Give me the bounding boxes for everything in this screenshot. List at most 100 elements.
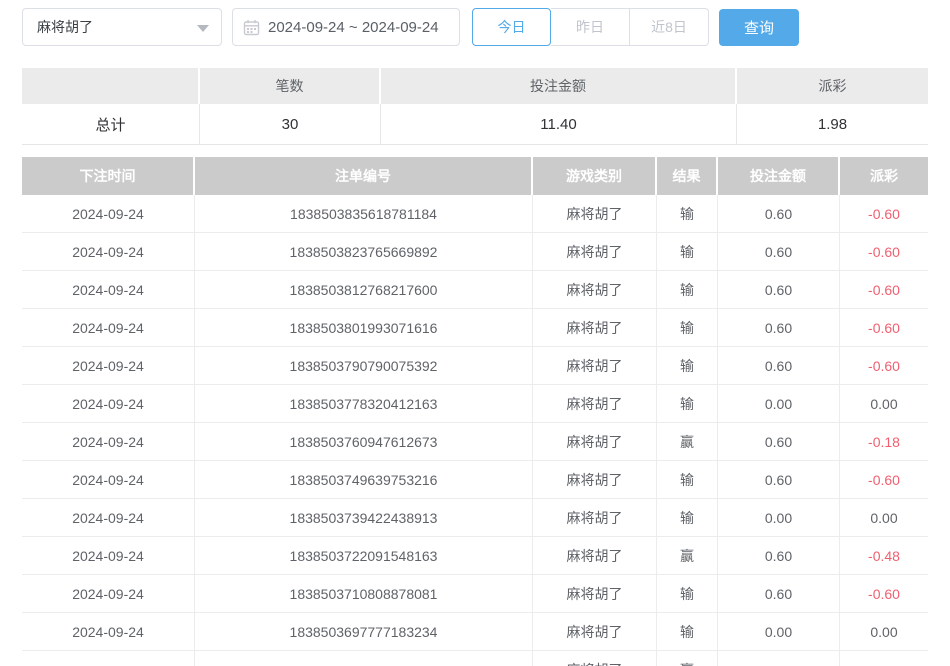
- table-row: 2024-09-24 1838503801993071616 麻将胡了 输 0.…: [22, 309, 928, 347]
- game-select[interactable]: 麻将胡了: [22, 8, 222, 46]
- cell-payout: -0.60: [840, 461, 928, 499]
- table-row: 2024-09-24 1838503697777183234 麻将胡了 输 0.…: [22, 613, 928, 651]
- cell-payout: [840, 651, 928, 666]
- cell-result: 输: [657, 385, 718, 423]
- cell-order-no: 1838503739422438913: [195, 499, 533, 537]
- cell-result: 输: [657, 309, 718, 347]
- col-header-order-no: 注单编号: [195, 157, 533, 195]
- cell-result: 输: [657, 499, 718, 537]
- summary-header-row: 笔数 投注金额 派彩: [22, 68, 928, 104]
- cell-bet-time: 2024-09-24: [22, 499, 195, 537]
- cell-game-category: 麻将胡了: [533, 347, 657, 385]
- cell-order-no: 1838503823765669892: [195, 233, 533, 271]
- cell-payout: -0.60: [840, 347, 928, 385]
- cell-order-no: 1838503722091548163: [195, 537, 533, 575]
- cell-game-category: 麻将胡了: [533, 537, 657, 575]
- quick-range-last8days[interactable]: 近8日: [630, 8, 709, 46]
- cell-payout: -0.60: [840, 309, 928, 347]
- cell-bet-amount: 0.60: [718, 575, 840, 613]
- cell-order-no: 1838503749639753216: [195, 461, 533, 499]
- cell-bet-time: 2024-09-24: [22, 195, 195, 233]
- cell-order-no: 1838503710808878081: [195, 575, 533, 613]
- table-row: 2024-09-24 1838503760947612673 麻将胡了 赢 0.…: [22, 423, 928, 461]
- summary-total-payout: 1.98: [737, 104, 928, 145]
- query-button[interactable]: 查询: [719, 9, 799, 46]
- cell-order-no: 1838503835618781184: [195, 195, 533, 233]
- cell-game-category: 麻将胡了: [533, 385, 657, 423]
- table-row: 2024-09-24 1838503812768217600 麻将胡了 输 0.…: [22, 271, 928, 309]
- cell-bet-amount: 0.00: [718, 385, 840, 423]
- cell-game-category: 麻将胡了: [533, 499, 657, 537]
- table-row: 2024-09-24 1838503778320412163 麻将胡了 输 0.…: [22, 385, 928, 423]
- cell-bet-amount: 0.00: [718, 613, 840, 651]
- summary-total-row: 总计 30 11.40 1.98: [22, 104, 928, 145]
- cell-result: 赢: [657, 423, 718, 461]
- summary-total-count: 30: [200, 104, 381, 145]
- cell-order-no: 1838503801993071616: [195, 309, 533, 347]
- cell-bet-amount: 0.60: [718, 537, 840, 575]
- cell-bet-amount: 0.60: [718, 423, 840, 461]
- cell-order-no: 1838503778320412163: [195, 385, 533, 423]
- cell-game-category: 麻将胡了: [533, 461, 657, 499]
- table-row: 2024-09-24 1838503835618781184 麻将胡了 输 0.…: [22, 195, 928, 233]
- cell-bet-amount: [718, 651, 840, 666]
- bet-table: 下注时间 注单编号 游戏类别 结果 投注金额 派彩 2024-09-24 183…: [22, 157, 928, 666]
- bet-table-header-row: 下注时间 注单编号 游戏类别 结果 投注金额 派彩: [22, 157, 928, 195]
- summary-header-bet-amount: 投注金额: [381, 68, 737, 104]
- cell-order-no: [195, 651, 533, 666]
- cell-bet-time: 2024-09-24: [22, 537, 195, 575]
- cell-game-category: 麻将胡了: [533, 423, 657, 461]
- cell-game-category: 麻将胡了: [533, 271, 657, 309]
- cell-payout: 0.00: [840, 499, 928, 537]
- cell-result: 输: [657, 575, 718, 613]
- cell-bet-time: 2024-09-24: [22, 423, 195, 461]
- col-header-result: 结果: [657, 157, 718, 195]
- date-range-picker[interactable]: 2024-09-24 ~ 2024-09-24: [232, 8, 460, 46]
- cell-result: 输: [657, 347, 718, 385]
- summary-header-count: 笔数: [200, 68, 381, 104]
- cell-payout: -0.60: [840, 195, 928, 233]
- cell-order-no: 1838503790790075392: [195, 347, 533, 385]
- cell-payout: -0.60: [840, 271, 928, 309]
- cell-bet-amount: 0.60: [718, 271, 840, 309]
- summary-table: 笔数 投注金额 派彩 总计 30 11.40 1.98: [22, 68, 928, 145]
- table-row: 2024-09-24 1838503823765669892 麻将胡了 输 0.…: [22, 233, 928, 271]
- cell-payout: -0.18: [840, 423, 928, 461]
- table-row: 2024-09-24 1838503739422438913 麻将胡了 输 0.…: [22, 499, 928, 537]
- cell-bet-time: 2024-09-24: [22, 575, 195, 613]
- table-row: 2024-09-24 1838503749639753216 麻将胡了 输 0.…: [22, 461, 928, 499]
- cell-payout: 0.00: [840, 385, 928, 423]
- cell-bet-time: 2024-09-24: [22, 309, 195, 347]
- table-row: 麻将胡了 赢: [22, 651, 928, 666]
- cell-result: 输: [657, 233, 718, 271]
- chevron-down-icon: [197, 25, 209, 32]
- cell-bet-amount: 0.60: [718, 233, 840, 271]
- summary-header-payout: 派彩: [737, 68, 928, 104]
- table-row: 2024-09-24 1838503790790075392 麻将胡了 输 0.…: [22, 347, 928, 385]
- cell-game-category: 麻将胡了: [533, 651, 657, 666]
- cell-result: 输: [657, 461, 718, 499]
- quick-range-yesterday[interactable]: 昨日: [551, 8, 630, 46]
- quick-range-today[interactable]: 今日: [472, 8, 551, 46]
- cell-bet-amount: 0.60: [718, 461, 840, 499]
- summary-total-label: 总计: [22, 104, 200, 145]
- cell-bet-amount: 0.60: [718, 195, 840, 233]
- cell-bet-time: 2024-09-24: [22, 347, 195, 385]
- bet-table-body: 2024-09-24 1838503835618781184 麻将胡了 输 0.…: [22, 195, 928, 666]
- col-header-game-category: 游戏类别: [533, 157, 657, 195]
- cell-payout: -0.48: [840, 537, 928, 575]
- cell-game-category: 麻将胡了: [533, 195, 657, 233]
- cell-order-no: 1838503812768217600: [195, 271, 533, 309]
- cell-order-no: 1838503697777183234: [195, 613, 533, 651]
- cell-order-no: 1838503760947612673: [195, 423, 533, 461]
- cell-game-category: 麻将胡了: [533, 233, 657, 271]
- cell-bet-time: 2024-09-24: [22, 613, 195, 651]
- quick-range-group: 今日 昨日 近8日: [472, 8, 709, 46]
- cell-game-category: 麻将胡了: [533, 309, 657, 347]
- cell-result: 输: [657, 195, 718, 233]
- col-header-bet-amount: 投注金额: [718, 157, 840, 195]
- summary-total-bet-amount: 11.40: [381, 104, 737, 145]
- filter-bar: 麻将胡了 2024-09-24 ~ 2024-09-24 今日 昨日 近8日 查…: [0, 0, 950, 47]
- cell-game-category: 麻将胡了: [533, 575, 657, 613]
- cell-bet-amount: 0.00: [718, 499, 840, 537]
